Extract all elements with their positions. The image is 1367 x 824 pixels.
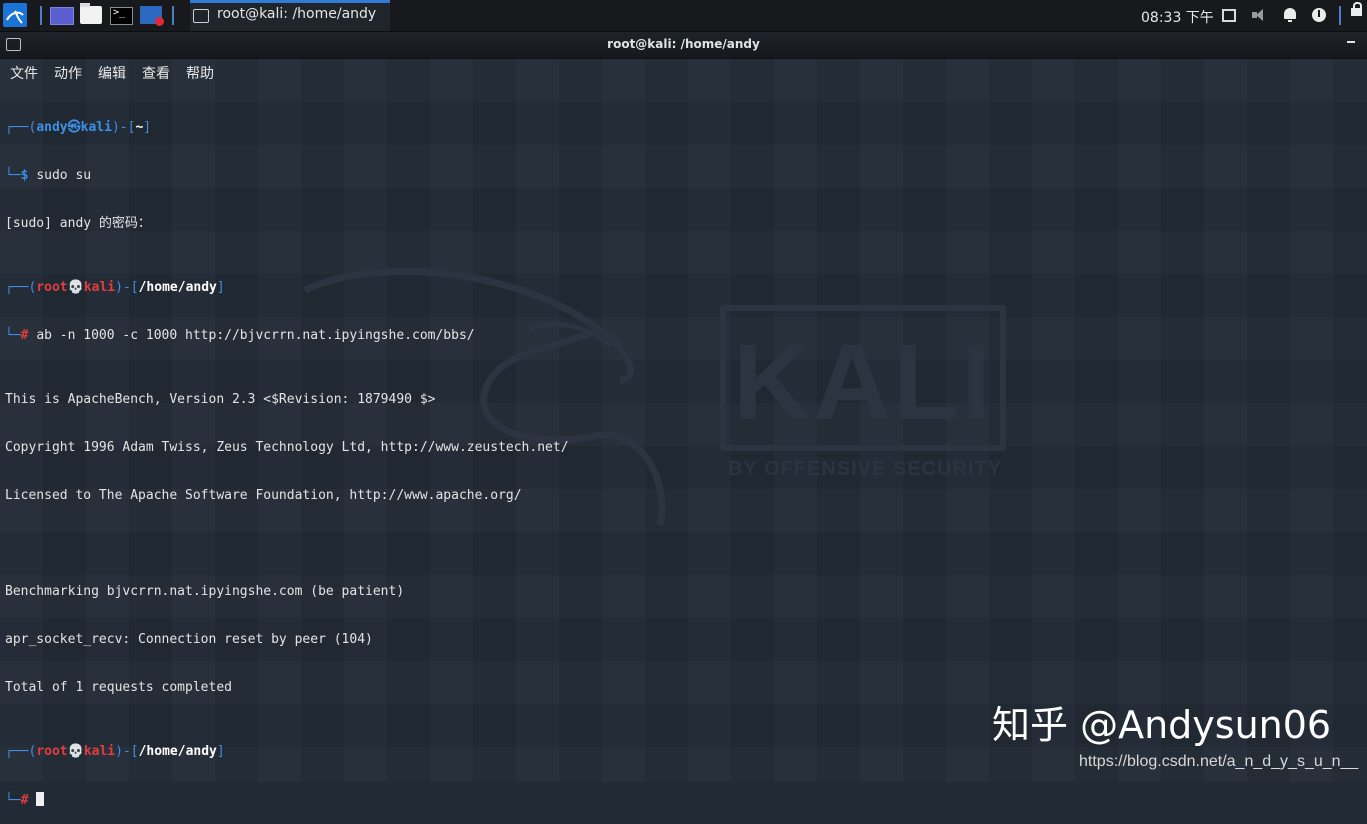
prompt-line: ┌──(root💀kali)-[/home/andy] [5, 280, 225, 295]
output-line: apr_socket_recv: Connection reset by pee… [5, 632, 373, 647]
window-title: root@kali: /home/andy [607, 37, 760, 51]
menu-file[interactable]: 文件 [10, 63, 38, 83]
taskbar-window-button[interactable]: root@kali: /home/andy [190, 0, 390, 31]
prompt-symbol: $ [20, 168, 29, 183]
terminal-window-icon [193, 9, 209, 23]
command-text: sudo su [36, 168, 92, 183]
menu-view[interactable]: 查看 [142, 63, 170, 83]
window-titlebar[interactable]: root@kali: /home/andy [0, 32, 1367, 59]
prompt-user: root [36, 280, 68, 295]
volume-icon[interactable] [1252, 8, 1266, 22]
screen-recorder-icon[interactable] [140, 6, 164, 26]
command-line: └─$ sudo su [5, 168, 92, 183]
command-line: └─# [5, 792, 905, 808]
prompt-path: /home/andy [138, 280, 217, 295]
command-text: ab -n 1000 -c 1000 http://bjvcrrn.nat.ip… [36, 328, 475, 343]
text-cursor [36, 792, 45, 806]
prompt-host: kali [83, 280, 116, 295]
menu-edit[interactable]: 编辑 [98, 63, 126, 83]
output-line: Total of 1 requests completed [5, 680, 232, 695]
output-line: Copyright 1996 Adam Twiss, Zeus Technolo… [5, 440, 569, 455]
terminal-icon[interactable] [110, 7, 133, 25]
display-icon[interactable] [1222, 9, 1236, 22]
sudo-password-prompt: [sudo] andy 的密码： [5, 216, 151, 231]
kali-menu-icon[interactable] [3, 3, 27, 27]
prompt-user: root [36, 744, 68, 759]
prompt-host: kali [83, 744, 116, 759]
minimize-button[interactable] [1347, 41, 1355, 43]
file-manager-icon[interactable] [80, 3, 102, 24]
terminal-output[interactable]: ┌──(andy㉿kali)-[~] └─$ sudo su [sudo] an… [5, 88, 905, 824]
prompt-user: andy [36, 120, 68, 135]
prompt-line: ┌──(andy㉿kali)-[~] [5, 120, 152, 135]
zhihu-watermark: 知乎 @Andysun06 [992, 703, 1332, 747]
output-line: Benchmarking bjvcrrn.nat.ipyingshe.com (… [5, 584, 405, 599]
output-line: Licensed to The Apache Software Foundati… [5, 488, 522, 503]
clock[interactable]: 08:33 下午 [1141, 7, 1214, 27]
top-panel: root@kali: /home/andy 08:33 下午 [0, 0, 1367, 32]
prompt-symbol: # [20, 793, 29, 808]
notification-bell-icon[interactable] [1283, 8, 1297, 22]
menubar: 文件 动作 编辑 查看 帮助 [0, 59, 1367, 85]
prompt-path: /home/andy [138, 744, 217, 759]
taskbar-window-title: root@kali: /home/andy [217, 6, 377, 22]
prompt-host: kali [80, 120, 112, 135]
panel-separator [172, 6, 174, 25]
csdn-watermark: https://blog.csdn.net/a_n_d_y_s_u_n__ [1079, 753, 1359, 770]
lock-icon[interactable] [1351, 2, 1362, 16]
output-line: This is ApacheBench, Version 2.3 <$Revis… [5, 392, 436, 407]
prompt-symbol: # [20, 328, 29, 343]
panel-separator [40, 6, 42, 25]
prompt-line: ┌──(root💀kali)-[/home/andy] [5, 744, 225, 759]
command-line: └─# ab -n 1000 -c 1000 http://bjvcrrn.na… [5, 328, 475, 343]
panel-separator [1339, 6, 1341, 25]
power-icon[interactable] [1312, 8, 1326, 22]
show-desktop-icon[interactable] [50, 7, 74, 25]
menu-help[interactable]: 帮助 [186, 63, 214, 83]
menu-action[interactable]: 动作 [54, 63, 82, 83]
